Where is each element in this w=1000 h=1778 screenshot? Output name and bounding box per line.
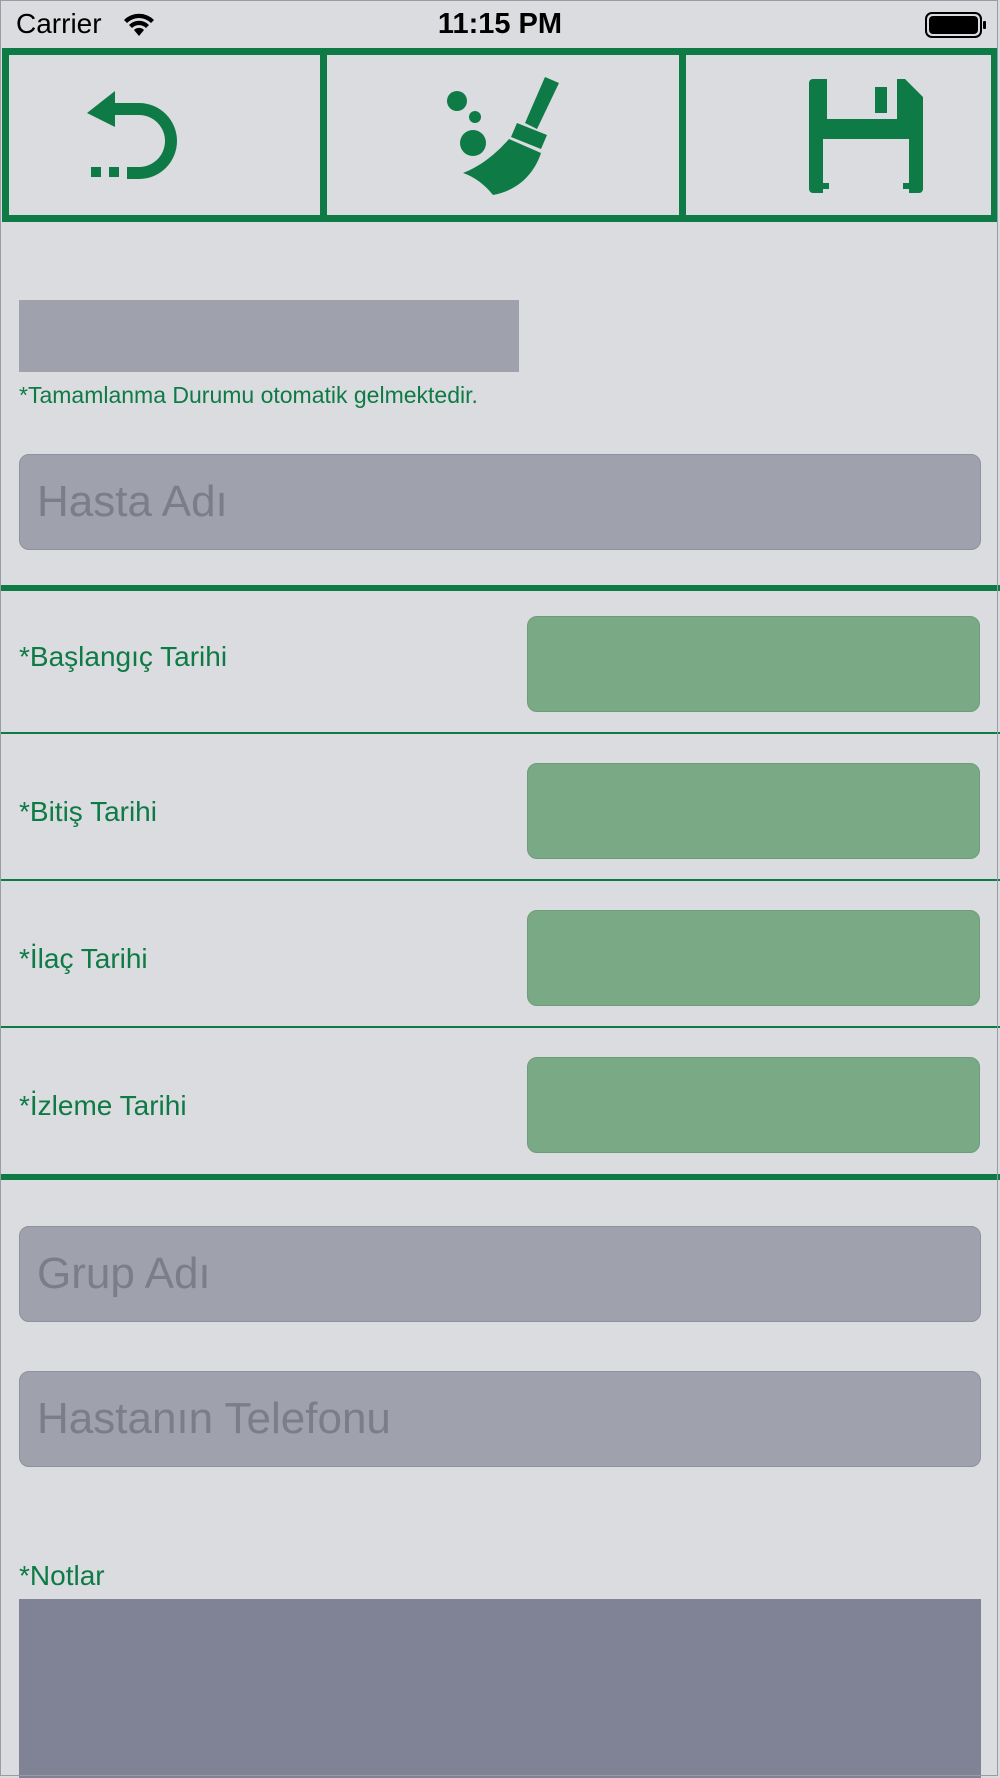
notes-textarea[interactable]: [19, 1599, 981, 1778]
row-divider: [0, 1026, 1000, 1028]
monitoring-date-label: *İzleme Tarihi: [19, 1090, 187, 1121]
toolbar-divider: [320, 55, 327, 215]
monitoring-date-picker[interactable]: [527, 1057, 980, 1153]
screen-frame: [0, 0, 998, 1776]
group-name-input[interactable]: [19, 1226, 981, 1322]
action-toolbar: [2, 48, 998, 222]
start-date-label: *Başlangıç Tarihi: [19, 641, 228, 672]
completion-note: *Tamamlanma Durumu otomatik gelmektedir.: [19, 382, 478, 408]
section-divider: [0, 1174, 1000, 1180]
floppy-disk-save-icon: [809, 79, 923, 193]
patient-phone-input[interactable]: [19, 1371, 981, 1467]
battery-icon: [925, 12, 986, 38]
medication-date-picker[interactable]: [527, 910, 980, 1006]
section-divider: [0, 585, 1000, 591]
save-button[interactable]: [686, 55, 991, 215]
row-divider: [0, 732, 1000, 734]
toolbar-divider: [679, 55, 686, 215]
start-date-picker[interactable]: [527, 616, 980, 712]
patient-name-input[interactable]: [19, 454, 981, 550]
row-divider: [0, 879, 1000, 881]
notes-label: *Notlar: [19, 1560, 105, 1591]
status-bar: Carrier 11:15 PM: [0, 0, 1000, 48]
medication-date-label: *İlaç Tarihi: [19, 943, 148, 974]
end-date-label: *Bitiş Tarihi: [19, 796, 157, 827]
undo-arrow-icon: [87, 91, 177, 179]
undo-button[interactable]: [9, 55, 320, 215]
completion-status-bar: [19, 300, 519, 372]
status-time: 11:15 PM: [437, 8, 563, 40]
clear-button[interactable]: [327, 55, 679, 215]
end-date-picker[interactable]: [527, 763, 980, 859]
broom-clean-icon: [447, 77, 559, 195]
